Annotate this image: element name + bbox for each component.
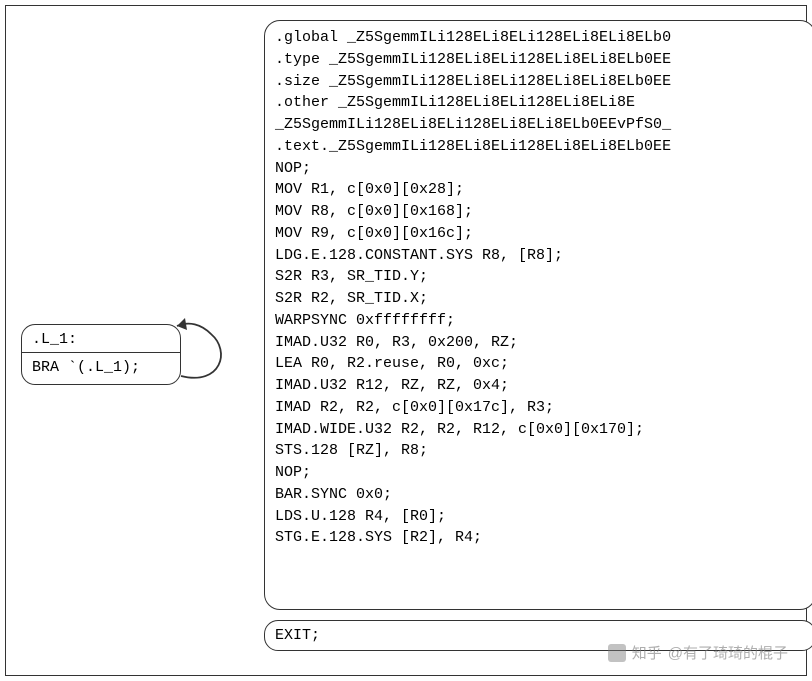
- asm-line: LDG.E.128.CONSTANT.SYS R8, [R8];: [275, 245, 807, 267]
- asm-line: MOV R1, c[0x0][0x28];: [275, 179, 807, 201]
- asm-line: MOV R9, c[0x0][0x16c];: [275, 223, 807, 245]
- asm-line: IMAD.U32 R12, RZ, RZ, 0x4;: [275, 375, 807, 397]
- watermark-text: @有了琦琦的棍子: [668, 642, 788, 663]
- asm-line: BAR.SYNC 0x0;: [275, 484, 807, 506]
- asm-line: IMAD.U32 R0, R3, 0x200, RZ;: [275, 332, 807, 354]
- exit-text: EXIT;: [275, 627, 320, 644]
- asm-line: S2R R3, SR_TID.Y;: [275, 266, 807, 288]
- asm-line: .other _Z5SgemmILi128ELi8ELi128ELi8ELi8E: [275, 92, 807, 114]
- asm-line: _Z5SgemmILi128ELi8ELi128ELi8ELi8ELb0EEvP…: [275, 114, 807, 136]
- watermark: 知乎 @有了琦琦的棍子: [608, 642, 788, 663]
- asm-line: LDS.U.128 R4, [R0];: [275, 506, 807, 528]
- asm-line: LEA R0, R2.reuse, R0, 0xc;: [275, 353, 807, 375]
- asm-line: NOP;: [275, 462, 807, 484]
- asm-line: NOP;: [275, 158, 807, 180]
- asm-line: S2R R2, SR_TID.X;: [275, 288, 807, 310]
- asm-line: STG.E.128.SYS [R2], R4;: [275, 527, 807, 549]
- asm-line: .global _Z5SgemmILi128ELi8ELi128ELi8ELi8…: [275, 27, 807, 49]
- asm-line: IMAD.WIDE.U32 R2, R2, R12, c[0x0][0x170]…: [275, 419, 807, 441]
- asm-line: MOV R8, c[0x0][0x168];: [275, 201, 807, 223]
- cfg-node-instr: BRA `(.L_1);: [22, 353, 180, 384]
- asm-line: STS.128 [RZ], R8;: [275, 440, 807, 462]
- diagram-frame: .L_1: BRA `(.L_1); .global _Z5SgemmILi12…: [5, 5, 807, 676]
- cfg-node-main: .global _Z5SgemmILi128ELi8ELi128ELi8ELi8…: [264, 20, 812, 610]
- asm-line: WARPSYNC 0xffffffff;: [275, 310, 807, 332]
- asm-line: .type _Z5SgemmILi128ELi8ELi128ELi8ELi8EL…: [275, 49, 807, 71]
- self-loop-edge: [171, 306, 241, 396]
- asm-line: .text._Z5SgemmILi128ELi8ELi128ELi8ELi8EL…: [275, 136, 807, 158]
- asm-line: .size _Z5SgemmILi128ELi8ELi128ELi8ELi8EL…: [275, 71, 807, 93]
- cfg-node-label: .L_1:: [22, 325, 180, 353]
- watermark-prefix: 知乎: [632, 642, 662, 663]
- zhihu-logo-icon: [608, 644, 626, 662]
- asm-line: IMAD R2, R2, c[0x0][0x17c], R3;: [275, 397, 807, 419]
- cfg-node-loop: .L_1: BRA `(.L_1);: [21, 324, 181, 385]
